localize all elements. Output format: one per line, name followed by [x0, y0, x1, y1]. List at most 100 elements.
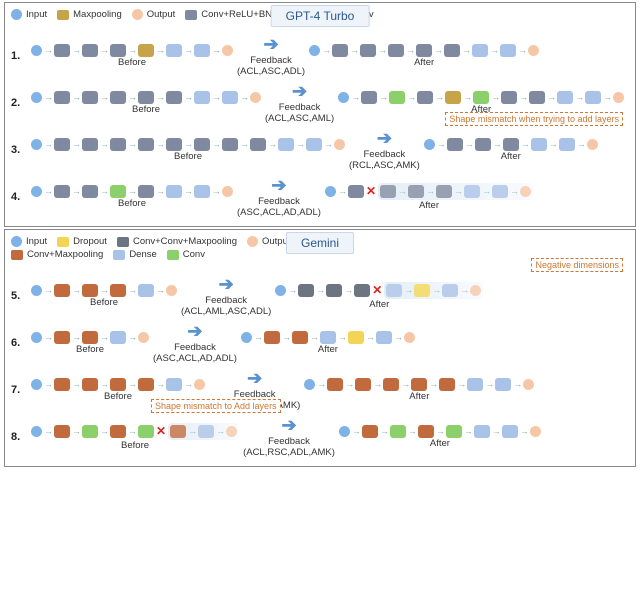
arrow-icon: →	[454, 187, 462, 196]
node-conv	[82, 425, 98, 438]
node-output	[523, 379, 534, 390]
arrow-icon: →	[378, 46, 386, 55]
sequence: →→→→→→→→	[31, 91, 261, 104]
swatch-icon	[11, 236, 22, 247]
labeled-group: →→→→Before	[31, 331, 149, 355]
error-annotation: Negative dimensions	[531, 258, 623, 272]
legend-item-maxpool: Maxpooling	[57, 9, 122, 20]
row-number: 8.	[11, 431, 27, 443]
arrow-icon: →	[100, 140, 108, 149]
node-convmax	[411, 378, 427, 391]
node-input	[424, 139, 435, 150]
legend-item-input: Input	[11, 9, 47, 20]
arrow-icon: →	[492, 427, 500, 436]
node-conv	[138, 425, 154, 438]
arrow-icon: →	[128, 286, 136, 295]
node-output	[530, 426, 541, 437]
legend-label: Dropout	[73, 236, 107, 247]
arrow-icon: →	[549, 140, 557, 149]
arrow-icon: →	[519, 93, 527, 102]
node-dense	[386, 284, 402, 297]
node-convrelu	[82, 44, 98, 57]
feedback-label: Feedback	[250, 55, 292, 66]
node-dense	[320, 331, 336, 344]
feedback-group: ➔Feedback(ACL,RSC,ADL,AMK)	[243, 415, 335, 458]
sequence: →→→→→	[31, 284, 177, 297]
node-output	[587, 139, 598, 150]
arrow-icon: →	[240, 93, 248, 102]
sequence: →✕→→→→→	[325, 183, 533, 200]
swatch-icon	[57, 237, 69, 247]
arrow-icon: →	[212, 46, 220, 55]
arrow-icon: →	[407, 93, 415, 102]
legend-item-dense: Dense	[113, 249, 156, 260]
node-convrelu	[436, 185, 452, 198]
group-label: After	[419, 200, 439, 211]
node-output	[528, 45, 539, 56]
legend-item-dropout: Dropout	[57, 236, 107, 247]
arrow-icon: →	[394, 333, 402, 342]
feedback-codes: (ACL,AML,ASC,ADL)	[181, 306, 271, 317]
diagram-root: GPT-4 TurboInputMaxpoolingOutputConv+ReL…	[0, 2, 640, 467]
node-input	[31, 186, 42, 197]
feedback-codes: (ASC,ACL,AD,ADL)	[237, 207, 321, 218]
legend-item-conv: Conv	[167, 249, 205, 260]
arrow-icon: →	[603, 93, 611, 102]
sequence: →→→→→→→	[31, 185, 233, 198]
arrow-icon: →	[316, 286, 324, 295]
arrow-icon: →	[240, 140, 248, 149]
feedback-label: Feedback	[364, 149, 406, 160]
node-convmax	[138, 378, 154, 391]
big-arrow-icon: ➔	[219, 274, 234, 295]
node-convrelu	[138, 138, 154, 151]
node-dense	[306, 138, 322, 151]
arrow-icon: →	[577, 140, 585, 149]
legend-label: Conv	[183, 249, 205, 260]
arrow-icon: →	[128, 427, 136, 436]
arrow-icon: →	[72, 140, 80, 149]
group-label: Before	[132, 104, 160, 115]
row-number: 2.	[11, 97, 27, 109]
panel-gpt4: GPT-4 TurboInputMaxpoolingOutputConv+ReL…	[4, 2, 636, 227]
sequence: →→→→	[31, 331, 149, 344]
group-label: Before	[121, 440, 149, 451]
diagram-row: 4.→→→→→→→Before➔Feedback(ASC,ACL,AD,ADL)…	[11, 175, 629, 218]
feedback-codes: (RCL,ASC,AMK)	[349, 160, 420, 171]
arrow-icon: →	[72, 427, 80, 436]
node-output	[334, 139, 345, 150]
arrow-icon: →	[350, 46, 358, 55]
big-arrow-icon: ➔	[281, 415, 296, 436]
node-dense	[559, 138, 575, 151]
error-x-icon: ✕	[156, 424, 166, 438]
arrow-icon: →	[44, 427, 52, 436]
group-label: After	[414, 57, 434, 68]
node-convrelu	[360, 44, 376, 57]
node-convmax	[362, 425, 378, 438]
swatch-icon	[167, 250, 179, 260]
labeled-group: →→→→→→After	[241, 331, 415, 355]
row-number: 1.	[11, 50, 27, 62]
arrow-icon: →	[184, 140, 192, 149]
arrow-icon: →	[429, 380, 437, 389]
node-dense	[198, 425, 214, 438]
node-convmax	[54, 378, 70, 391]
node-convrelu	[138, 185, 154, 198]
labeled-group: →→→→→→→→→→→Before	[31, 138, 345, 162]
node-input	[31, 139, 42, 150]
node-dense	[110, 331, 126, 344]
arrow-icon: →	[465, 140, 473, 149]
arrow-icon: →	[426, 187, 434, 196]
group-label: After	[409, 391, 429, 402]
node-convrelu	[54, 138, 70, 151]
feedback-group: ➔Feedback(ACL,AML,ASC,ADL)	[181, 274, 271, 317]
labeled-group: →→→→✕→→Before	[31, 423, 239, 451]
node-conv	[110, 185, 126, 198]
group-label: Before	[76, 344, 104, 355]
error-annotation: Shape mismatch when trying to add layers	[445, 112, 623, 126]
arrow-icon: →	[485, 380, 493, 389]
arrow-icon: →	[100, 333, 108, 342]
arrow-icon: →	[404, 286, 412, 295]
node-dense	[222, 91, 238, 104]
arrow-icon: →	[482, 187, 490, 196]
node-conv	[473, 91, 489, 104]
